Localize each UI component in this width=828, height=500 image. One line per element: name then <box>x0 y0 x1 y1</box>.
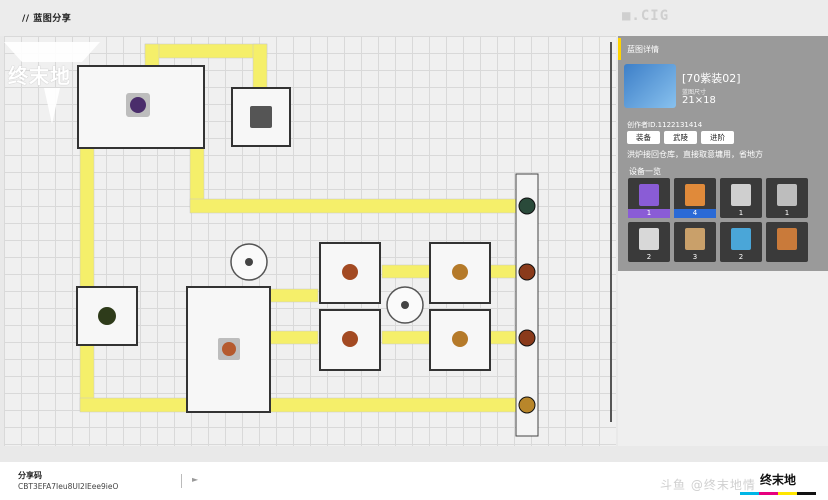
equipment-icon <box>639 228 659 250</box>
building-left-mid[interactable] <box>76 286 138 346</box>
equipment-icon <box>731 184 751 206</box>
copy-arrow-icon[interactable]: ► <box>192 475 198 484</box>
building-top-center[interactable] <box>231 87 291 147</box>
equipment-icon <box>777 184 797 206</box>
equipment-icon <box>777 228 797 250</box>
equipment-count: 1 <box>738 209 744 217</box>
scrollbar[interactable] <box>610 42 612 422</box>
divider <box>181 474 182 488</box>
panel-accent <box>618 38 621 60</box>
output-column <box>515 173 539 437</box>
equipment-item[interactable] <box>766 222 808 262</box>
equipment-item[interactable]: 1 <box>628 178 670 218</box>
tag-list: 装备 武陵 进阶 <box>627 131 734 144</box>
share-code[interactable]: CBT3EFA7Ieu8UI2IEee9ieO <box>18 482 118 491</box>
output-port[interactable] <box>518 197 536 215</box>
equipment-item[interactable]: 4 <box>674 178 716 218</box>
brand-logo: 终末地 <box>8 64 71 88</box>
power-pylon-icon[interactable] <box>230 243 268 281</box>
equipment-count: 2 <box>738 253 744 261</box>
panel-lower-bg <box>618 271 828 446</box>
equipment-item[interactable]: 3 <box>674 222 716 262</box>
brand-stripe <box>740 492 816 495</box>
output-port[interactable] <box>518 329 536 347</box>
blueprint-size: 21×18 <box>682 95 716 106</box>
tag-level[interactable]: 进阶 <box>701 131 734 144</box>
power-pylon-icon[interactable] <box>386 286 424 324</box>
equipment-icon <box>639 184 659 206</box>
tag-region[interactable]: 武陵 <box>664 131 697 144</box>
share-code-label: 分享码 <box>18 471 42 480</box>
equipment-item[interactable]: 1 <box>766 178 808 218</box>
building-grid-3[interactable] <box>319 309 381 371</box>
equipment-title: 设备一览 <box>629 167 661 176</box>
blueprint-name: [70紫装02] <box>682 72 741 85</box>
brand-mark: 终末地 <box>759 473 796 487</box>
panel-title: 蓝图详情 <box>627 45 659 54</box>
output-port[interactable] <box>518 396 536 414</box>
equipment-count: 1 <box>628 209 670 218</box>
output-port[interactable] <box>518 263 536 281</box>
equipment-item[interactable]: 2 <box>628 222 670 262</box>
equipment-item[interactable]: 1 <box>720 178 762 218</box>
equipment-count: 2 <box>646 253 652 261</box>
equipment-count <box>766 253 808 262</box>
equipment-count: 4 <box>674 209 716 218</box>
blueprint-thumbnail <box>624 64 676 108</box>
equipment-count: 3 <box>692 253 698 261</box>
author-id: 创作者ID.1122131414 <box>627 121 703 129</box>
building-grid-4[interactable] <box>429 309 491 371</box>
building-grid-2[interactable] <box>429 242 491 304</box>
equipment-icon <box>731 228 751 250</box>
equipment-icon <box>685 184 705 206</box>
building-center-large[interactable] <box>186 286 271 413</box>
tag-equipment[interactable]: 装备 <box>627 131 660 144</box>
building-grid-1[interactable] <box>319 242 381 304</box>
equipment-grid: 1411232 <box>628 178 808 262</box>
equipment-count: 1 <box>784 209 790 217</box>
equipment-item[interactable]: 2 <box>720 222 762 262</box>
equipment-icon <box>685 228 705 250</box>
blueprint-description: 洪炉接回仓库，直接取意墉用，省地方 <box>627 150 763 159</box>
blueprint-share-screen: // 蓝图分享 ■.CIG 终末地 蓝图详情 [70紫装02] 蓝图尺寸 21×… <box>0 0 828 500</box>
